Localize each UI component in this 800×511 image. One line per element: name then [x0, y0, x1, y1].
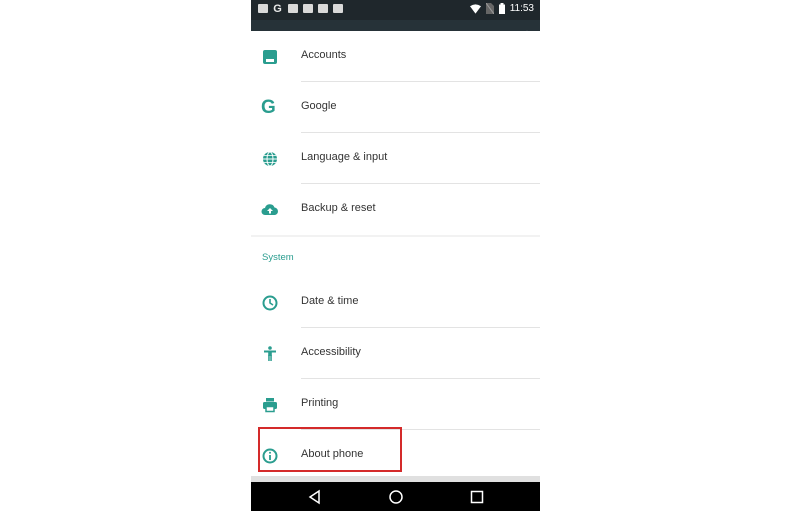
home-icon[interactable]	[388, 489, 404, 505]
section-title: System	[262, 252, 294, 263]
settings-item-printing[interactable]: Printing	[251, 379, 540, 430]
printer-icon	[263, 398, 277, 413]
settings-list: Accounts G Google Language & input Backu…	[251, 31, 540, 482]
navigation-bar	[251, 482, 540, 511]
settings-item-date-time[interactable]: Date & time	[251, 277, 540, 328]
personal-card: Accounts G Google Language & input Backu…	[251, 31, 540, 235]
settings-item-label: Accessibility	[301, 346, 361, 358]
settings-item-accounts[interactable]: Accounts	[251, 31, 540, 82]
settings-item-label: Google	[301, 100, 337, 112]
settings-item-backup-reset[interactable]: Backup & reset	[251, 184, 540, 235]
briefcase-icon	[302, 3, 313, 14]
notification-icons: G	[257, 2, 343, 15]
clock-time: 11:53	[509, 3, 534, 14]
globe-icon	[263, 151, 277, 167]
phone-screen: G 11:53 Settings Accounts G Google	[251, 0, 540, 511]
briefcase-icon	[332, 3, 343, 14]
about-phone-highlight-box	[258, 427, 402, 472]
settings-item-label: Printing	[301, 397, 339, 409]
google-icon: G	[273, 2, 282, 15]
settings-item-google[interactable]: G Google	[251, 82, 540, 133]
settings-item-label: Backup & reset	[301, 202, 376, 214]
accessibility-icon	[264, 346, 276, 361]
settings-item-accessibility[interactable]: Accessibility	[251, 328, 540, 379]
back-icon[interactable]	[307, 489, 323, 505]
person-icon	[263, 50, 277, 64]
settings-item-label: Date & time	[301, 295, 359, 307]
settings-item-language-input[interactable]: Language & input	[251, 133, 540, 184]
system-status: 11:53	[469, 3, 534, 14]
system-section-header: System	[251, 237, 540, 277]
status-bar: G 11:53	[251, 0, 540, 20]
briefcase-icon	[317, 3, 328, 14]
google-icon: G	[261, 97, 276, 118]
gallery-icon	[287, 3, 298, 14]
settings-item-label: Language & input	[301, 151, 388, 163]
settings-item-label: Accounts	[301, 49, 347, 61]
recents-icon[interactable]	[469, 489, 485, 505]
wifi-icon	[469, 3, 481, 14]
no-sim-icon	[485, 3, 494, 14]
clock-icon	[262, 295, 278, 311]
battery-icon	[498, 3, 505, 14]
gmail-icon	[257, 3, 268, 14]
cloud-upload-icon	[261, 204, 278, 215]
